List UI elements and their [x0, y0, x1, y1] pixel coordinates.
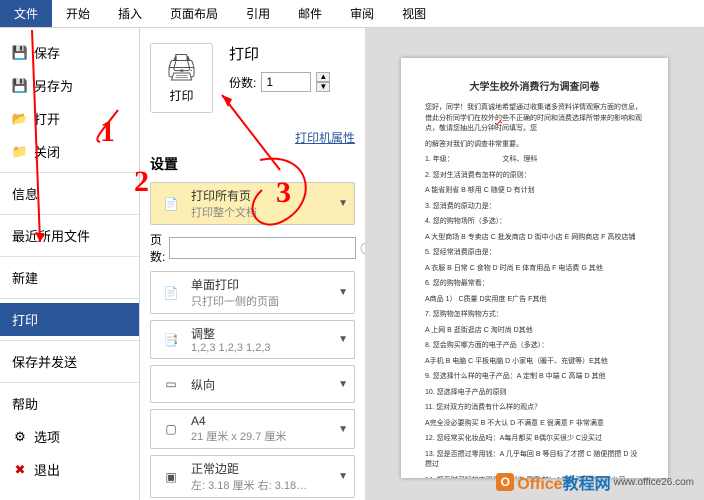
- tab-view[interactable]: 视图: [388, 0, 440, 27]
- sidebar-help[interactable]: 帮助: [0, 387, 139, 420]
- sidebar-open[interactable]: 📂打开: [0, 102, 139, 135]
- collate-icon: 📑: [157, 326, 185, 354]
- single-side-icon: 📄: [157, 279, 185, 307]
- sidebar-info[interactable]: 信息: [0, 177, 139, 210]
- margins-icon: ▣: [157, 463, 185, 491]
- sidebar-close[interactable]: 📁关闭: [0, 135, 139, 168]
- sidebar-options[interactable]: ⚙选项: [0, 420, 139, 453]
- sidebar-print[interactable]: 打印: [0, 303, 139, 336]
- save-as-icon: 💾: [12, 78, 28, 94]
- save-icon: 💾: [12, 45, 28, 61]
- dropdown-icon: ▼: [338, 424, 348, 435]
- settings-label: 设置: [150, 154, 355, 174]
- setting-orientation[interactable]: ▭ 纵向 ▼: [150, 365, 355, 403]
- annotation-3: 3: [276, 176, 291, 210]
- open-icon: 📂: [12, 111, 28, 127]
- annotation-2: 2: [134, 165, 149, 199]
- tab-refs[interactable]: 引用: [232, 0, 284, 27]
- portrait-icon: ▭: [157, 370, 185, 398]
- print-button[interactable]: 🖨 打印: [150, 43, 213, 113]
- setting-duplex[interactable]: 📄 单面打印只打印一侧的页面 ▼: [150, 271, 355, 314]
- sidebar-new[interactable]: 新建: [0, 261, 139, 294]
- dropdown-icon: ▼: [338, 198, 348, 209]
- tab-layout[interactable]: 页面布局: [156, 0, 232, 27]
- close-icon: 📁: [12, 144, 28, 160]
- print-title: 打印: [229, 43, 330, 64]
- sidebar: 💾保存 💾另存为 📂打开 📁关闭 信息 最近所用文件 新建 打印 保存并发送 帮…: [0, 28, 140, 500]
- copies-input[interactable]: [261, 72, 311, 92]
- pages-icon: 📄: [157, 190, 185, 218]
- tab-insert[interactable]: 插入: [104, 0, 156, 27]
- watermark: O Office教程网 www.office26.com: [496, 470, 694, 494]
- dropdown-icon: ▼: [338, 379, 348, 390]
- exit-icon: ✖: [12, 462, 28, 478]
- printer-properties-link[interactable]: 打印机属性: [150, 129, 355, 146]
- preview-page: 大学生校外消费行为调查问卷 您好，同学！我们真诚地希望通过收集诸多资料详情观察方…: [401, 58, 668, 478]
- sidebar-save[interactable]: 💾保存: [0, 36, 139, 69]
- setting-collate[interactable]: 📑 调整1,2,3 1,2,3 1,2,3 ▼: [150, 320, 355, 359]
- tab-home[interactable]: 开始: [52, 0, 104, 27]
- sidebar-recent[interactable]: 最近所用文件: [0, 219, 139, 252]
- print-settings-panel: 🖨 打印 打印 份数: ▲▼ 打印机属性 设置 📄 打印所有页打印整个文档 ▼ …: [140, 28, 365, 500]
- copies-spinner[interactable]: ▲▼: [316, 72, 330, 92]
- ribbon-tabs: 文件 开始 插入 页面布局 引用 邮件 审阅 视图: [0, 0, 704, 28]
- dropdown-icon: ▼: [338, 287, 348, 298]
- sidebar-exit[interactable]: ✖退出: [0, 453, 139, 486]
- tab-file[interactable]: 文件: [0, 0, 52, 27]
- setting-paper-size[interactable]: ▢ A421 厘米 x 29.7 厘米 ▼: [150, 409, 355, 449]
- setting-margins[interactable]: ▣ 正常边距左: 3.18 厘米 右: 3.18… ▼: [150, 455, 355, 498]
- copies-label: 份数:: [229, 74, 256, 91]
- print-preview: 大学生校外消费行为调查问卷 您好，同学！我们真诚地希望通过收集诸多资料详情观察方…: [365, 28, 704, 500]
- tab-review[interactable]: 审阅: [336, 0, 388, 27]
- annotation-1: 1: [100, 115, 115, 149]
- tab-mail[interactable]: 邮件: [284, 0, 336, 27]
- sidebar-save-send[interactable]: 保存并发送: [0, 345, 139, 378]
- pages-label: 页数:: [150, 231, 165, 265]
- pages-input[interactable]: [169, 237, 356, 259]
- dropdown-icon: ▼: [338, 334, 348, 345]
- options-icon: ⚙: [12, 429, 28, 445]
- sidebar-save-as[interactable]: 💾另存为: [0, 69, 139, 102]
- setting-print-range[interactable]: 📄 打印所有页打印整个文档 ▼: [150, 182, 355, 225]
- printer-icon: 🖨: [165, 52, 198, 83]
- office-logo-icon: O: [496, 473, 514, 491]
- page-size-icon: ▢: [157, 415, 185, 443]
- dropdown-icon: ▼: [338, 471, 348, 482]
